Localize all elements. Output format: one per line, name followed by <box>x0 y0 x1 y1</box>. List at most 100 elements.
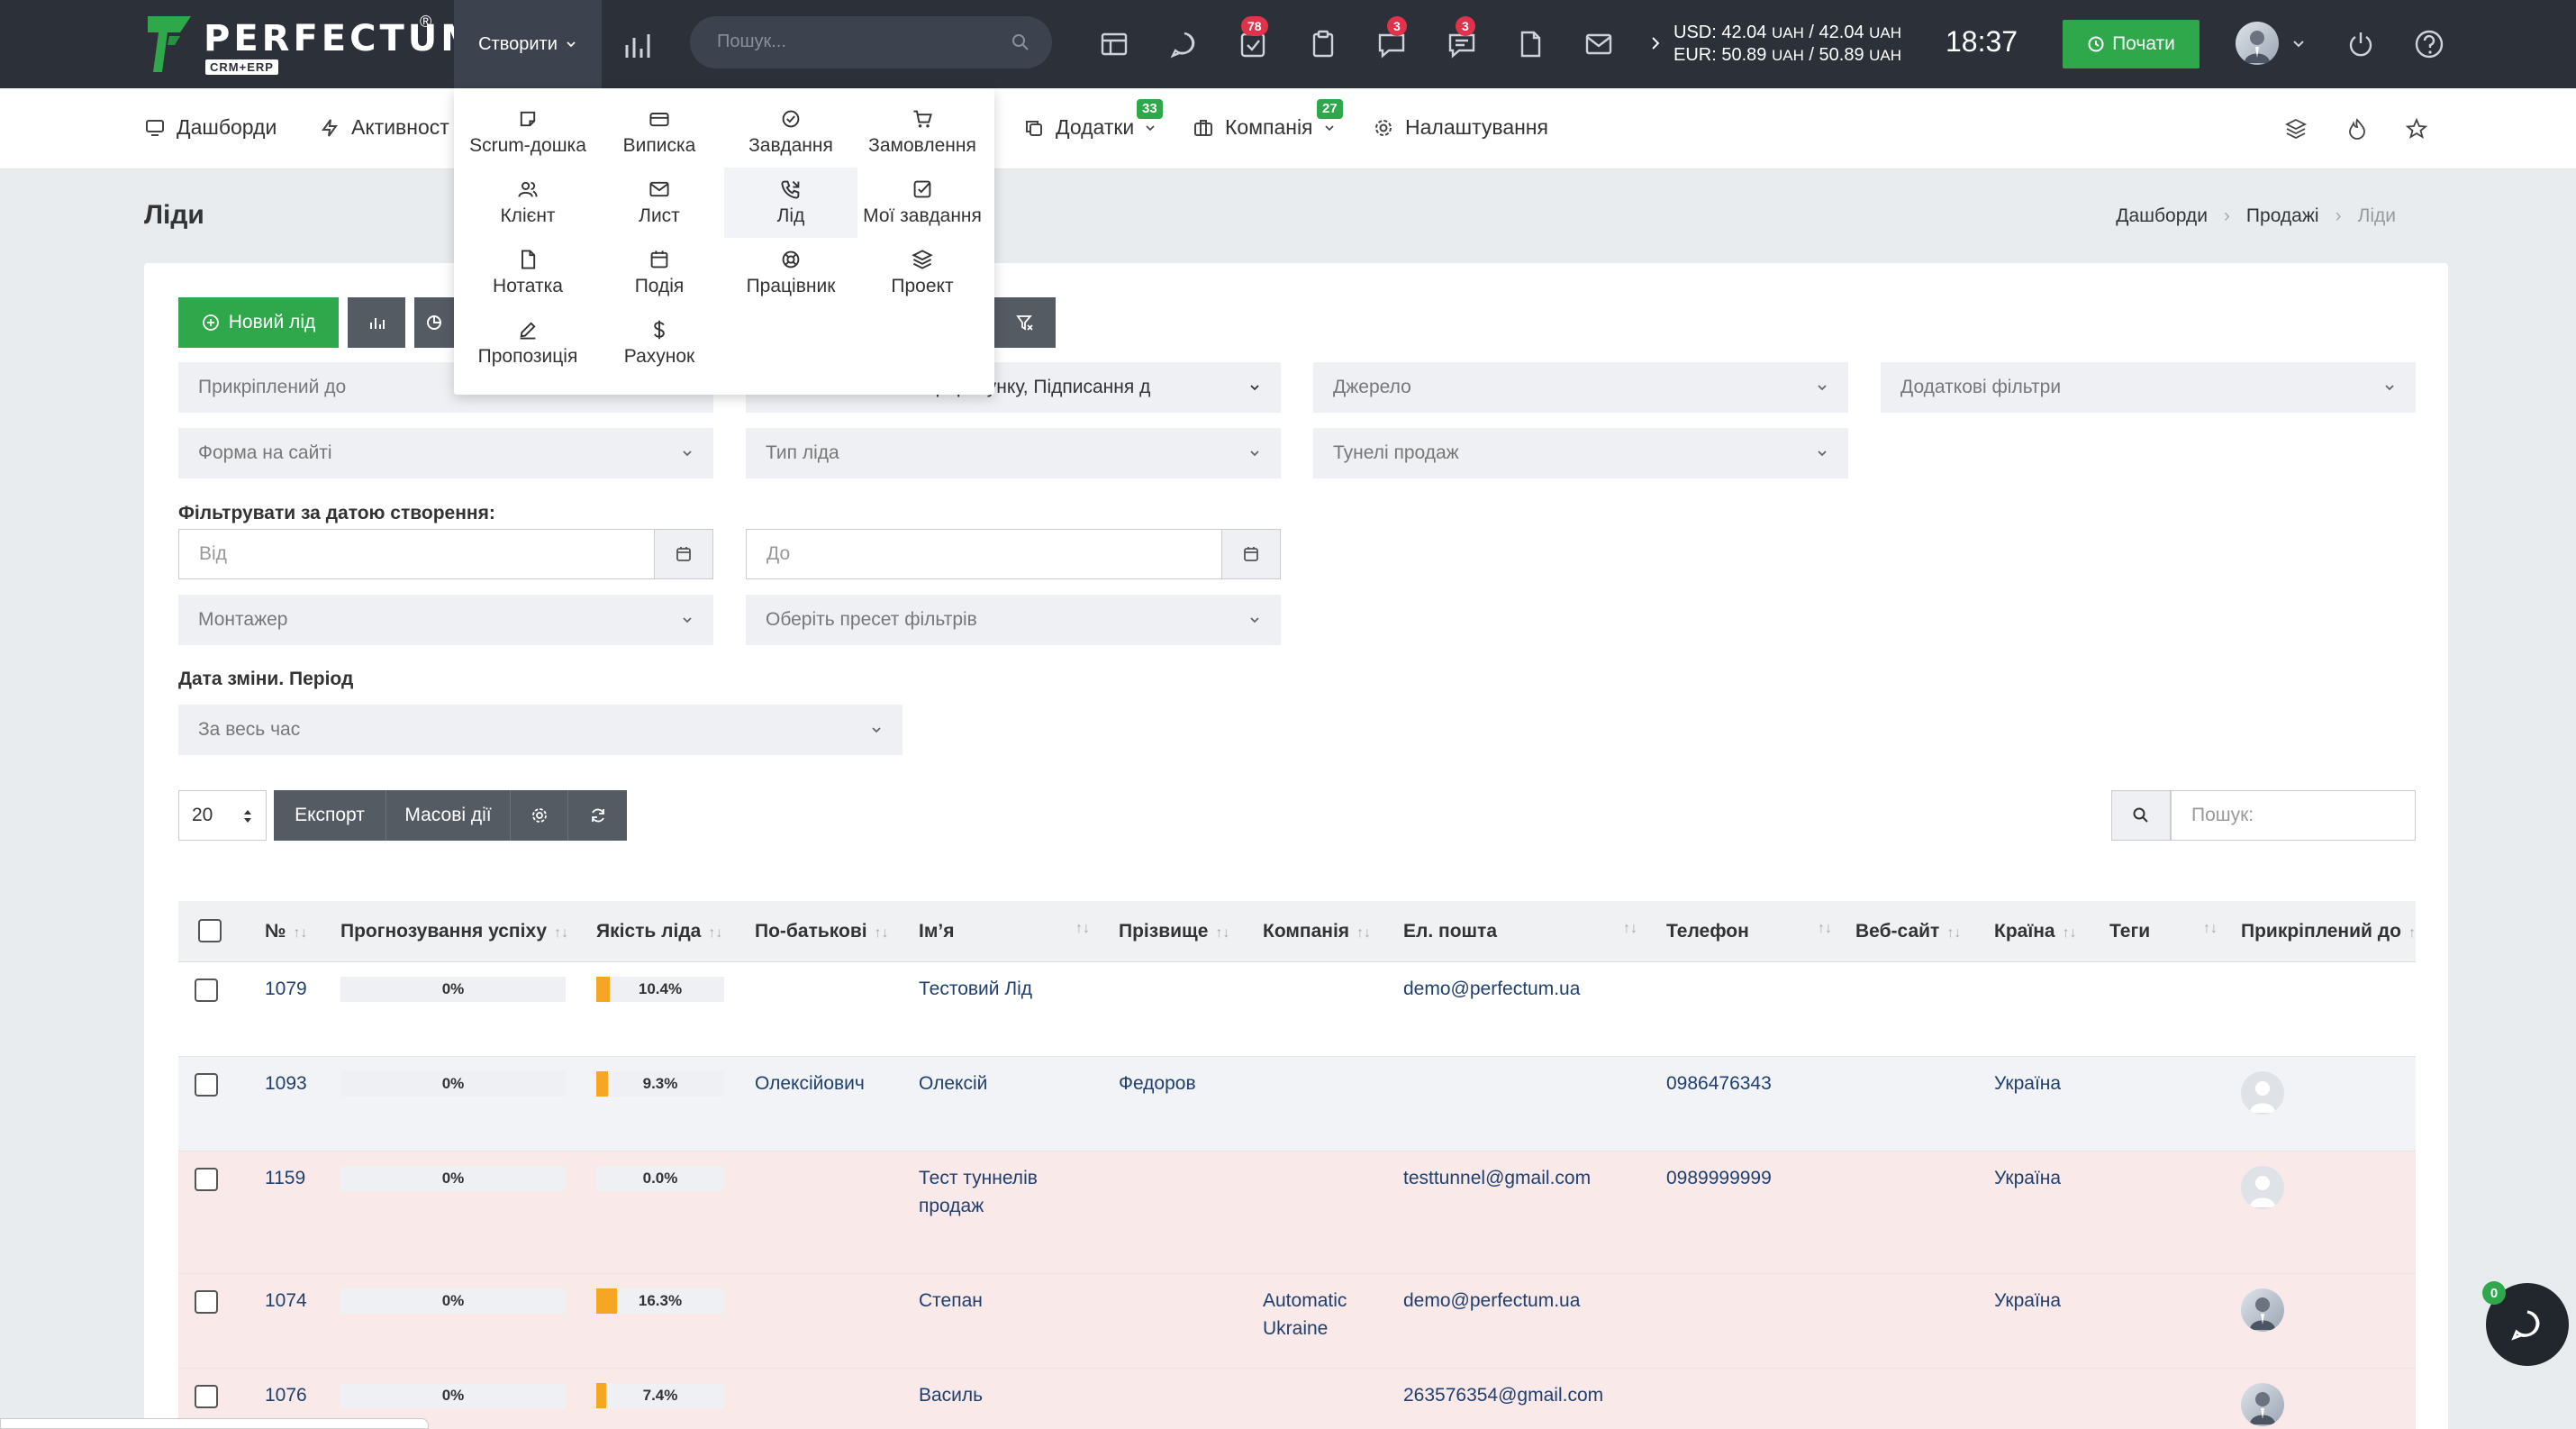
table-row[interactable]: 1076 0% 7.4% Василь 263576354@gmail.com <box>178 1369 2416 1429</box>
nav-company[interactable]: Компанія <box>1193 115 1335 140</box>
row-checkbox[interactable] <box>195 1073 218 1097</box>
create-menu-item-cart[interactable]: Замовлення <box>856 97 989 168</box>
email-link[interactable]: demo@perfectum.ua <box>1403 975 1580 1003</box>
bottom-scroll-strip[interactable] <box>0 1418 429 1429</box>
help-icon[interactable] <box>2412 27 2446 61</box>
lead-id-link[interactable]: 1159 <box>265 1164 305 1192</box>
lead-name-link[interactable]: Тестовий Лід <box>919 975 1063 1003</box>
assignee-avatar[interactable] <box>2241 1288 2284 1332</box>
clipboard-icon[interactable] <box>1306 27 1340 61</box>
nav-settings[interactable]: Налаштування <box>1373 115 1548 140</box>
lead-id-link[interactable]: 1079 <box>265 975 307 1003</box>
nav-addons[interactable]: Додатки <box>1023 115 1156 140</box>
create-menu-item-board[interactable]: Scrum-дошка <box>461 97 594 168</box>
select-all-checkbox[interactable] <box>198 919 222 942</box>
create-menu-item-users[interactable]: Клієнт <box>461 168 594 238</box>
create-menu-item-checkbox[interactable]: Мої завдання <box>856 168 989 238</box>
table-row[interactable]: 1079 0% 10.4% Тестовий Лід demo@perfectum.ua <box>178 962 2416 1057</box>
layers-icon[interactable] <box>2284 117 2308 141</box>
export-button[interactable]: Експорт <box>274 790 385 841</box>
lead-id-link[interactable]: 1076 <box>265 1381 307 1409</box>
page-size-select[interactable]: 20 <box>178 790 267 841</box>
user-avatar[interactable] <box>2236 22 2279 65</box>
column-header[interactable]: Прикріплений до ↑ <box>2241 921 2416 942</box>
assignee-avatar[interactable] <box>2241 1383 2284 1426</box>
create-menu-item-lifebuoy[interactable]: Працівник <box>724 238 857 308</box>
date-from-input[interactable]: Від <box>178 529 656 579</box>
email-link[interactable]: testtunnel@gmail.com <box>1403 1164 1591 1192</box>
breadcrumb-sales[interactable]: Продажі <box>2246 205 2319 227</box>
brand-logo[interactable]: PERFECTUM ® CRM+ERP <box>144 13 476 76</box>
source-select[interactable]: Джерело <box>1313 362 1848 413</box>
phone-link[interactable]: 0989999999 <box>1666 1164 1772 1192</box>
date-from-calendar-button[interactable] <box>654 529 713 579</box>
email-link[interactable]: demo@perfectum.ua <box>1403 1287 1580 1315</box>
lead-name-link[interactable]: Тест туннелів продаж <box>919 1164 1063 1220</box>
fire-icon[interactable] <box>2345 117 2369 141</box>
extra-filters-select[interactable]: Додаткові фільтри <box>1881 362 2416 413</box>
columns-settings-button[interactable] <box>510 790 567 841</box>
table-search-input[interactable]: Пошук: <box>2171 790 2416 841</box>
start-timer-button[interactable]: Почати <box>2063 20 2200 68</box>
column-header[interactable]: Прізвище ↑↓ <box>1119 921 1229 942</box>
chat-bubble-icon[interactable] <box>1167 27 1202 61</box>
create-menu-item-calendar[interactable]: Подія <box>593 238 726 308</box>
nav-dashboards[interactable]: Дашборди <box>144 115 277 140</box>
chart-view-button[interactable] <box>348 297 405 348</box>
clear-filters-button[interactable] <box>994 297 1056 348</box>
nav-activity[interactable]: Активност <box>319 115 449 140</box>
installer-select[interactable]: Монтажер <box>178 595 713 645</box>
lead-id-link[interactable]: 1093 <box>265 1069 307 1097</box>
lead-name-link[interactable]: Олексій <box>919 1069 1063 1097</box>
column-header[interactable]: Прогнозування успіху ↑↓ <box>340 921 568 942</box>
site-form-select[interactable]: Форма на сайті <box>178 428 713 478</box>
lead-type-select[interactable]: Тип ліда <box>746 428 1281 478</box>
filter-preset-select[interactable]: Оберіть пресет фільтрів <box>746 595 1281 645</box>
row-checkbox[interactable] <box>195 1168 218 1191</box>
global-search-input[interactable]: Пошук... <box>690 16 1052 68</box>
column-header[interactable]: По-батькові ↑↓ <box>755 921 889 942</box>
create-menu-item-phone[interactable]: Лід <box>724 168 857 238</box>
period-select[interactable]: За весь час <box>178 705 903 755</box>
chevron-right-icon[interactable] <box>1648 34 1663 52</box>
column-header[interactable]: Веб-сайт ↑↓ <box>1855 921 1961 942</box>
table-search-button[interactable] <box>2111 790 2171 841</box>
date-to-input[interactable]: До <box>746 529 1223 579</box>
create-menu-item-layers[interactable]: Проект <box>856 238 989 308</box>
row-checkbox[interactable] <box>195 1385 218 1408</box>
bar-chart-icon[interactable] <box>620 27 656 63</box>
column-header[interactable]: № ↑↓ <box>265 921 307 942</box>
date-to-calendar-button[interactable] <box>1221 529 1281 579</box>
table-icon[interactable] <box>1097 27 1131 61</box>
create-menu-item-pen[interactable]: Пропозиція <box>461 308 594 378</box>
create-menu-item-card[interactable]: Виписка <box>593 97 726 168</box>
table-row[interactable]: 1074 0% 16.3% Степан Automatic Ukraine demo@p… <box>178 1274 2416 1369</box>
mail-icon[interactable] <box>1582 27 1616 61</box>
star-icon[interactable] <box>2405 117 2428 141</box>
create-menu-item-dollar[interactable]: Рахунок <box>593 308 726 378</box>
column-header[interactable]: Ім’я ↑↓ <box>919 921 1090 942</box>
lead-name-link[interactable]: Василь <box>919 1381 1063 1409</box>
column-header[interactable]: Країна ↑↓ <box>1994 921 2077 942</box>
refresh-button[interactable] <box>567 790 627 841</box>
column-header[interactable]: Телефон ↑↓ <box>1666 921 1832 942</box>
column-header[interactable]: Теги ↑↓ <box>2109 921 2218 942</box>
column-header[interactable]: Компанія ↑↓ <box>1263 921 1371 942</box>
assignee-avatar[interactable] <box>2241 1166 2284 1209</box>
table-row[interactable]: 1093 0% 9.3% Олексійович Олексій Федоров 09864… <box>178 1057 2416 1151</box>
lead-id-link[interactable]: 1074 <box>265 1287 307 1315</box>
create-menu-button[interactable]: Створити <box>454 0 602 88</box>
view-toggle-button[interactable] <box>414 297 454 348</box>
document-icon[interactable] <box>1513 27 1547 61</box>
create-menu-item-mail[interactable]: Лист <box>593 168 726 238</box>
lead-name-link[interactable]: Степан <box>919 1287 1063 1315</box>
power-icon[interactable] <box>2344 27 2378 61</box>
row-checkbox[interactable] <box>195 978 218 1002</box>
table-row[interactable]: 1159 0% 0.0% Тест туннелів продаж testtunnel… <box>178 1151 2416 1274</box>
create-menu-item-check-circle[interactable]: Завдання <box>724 97 857 168</box>
sales-tunnels-select[interactable]: Тунелі продаж <box>1313 428 1848 478</box>
row-checkbox[interactable] <box>195 1290 218 1314</box>
chevron-down-icon[interactable] <box>2291 36 2306 50</box>
column-header[interactable]: Ел. пошта ↑↓ <box>1403 921 1637 942</box>
phone-link[interactable]: 0986476343 <box>1666 1069 1772 1097</box>
